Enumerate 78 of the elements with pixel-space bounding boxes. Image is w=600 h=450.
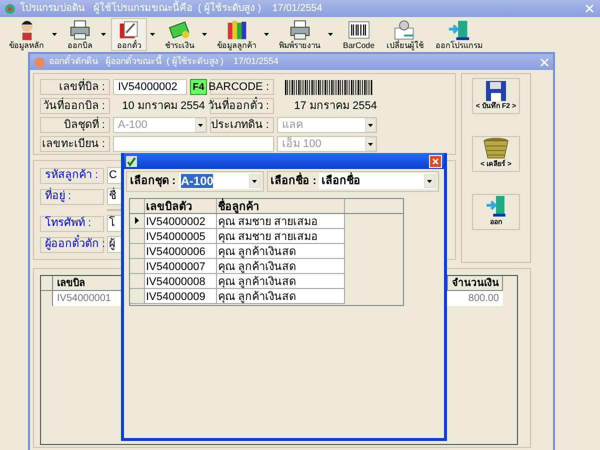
toolbar-button[interactable]: ข้อมูลลูกค้า [212,18,261,51]
table-cell: IV54000002 [145,214,217,228]
row-pointer-icon [135,217,139,224]
field-label: ที่อยู่ : [40,188,104,204]
field-label: โทรศัพท์ : [40,216,104,232]
toolbar-button[interactable]: ออกโปรแกรม [430,18,488,51]
table-cell: คุณ ลูกค้าเงินสด [217,258,345,274]
caret-icon [427,180,432,183]
field-label: รหัสลูกค้า : [40,168,104,184]
table-cell: คุณ ลูกค้าเงินสด [217,274,345,288]
table-cell: IV54000006 [145,244,217,258]
caret-icon [328,33,333,36]
dropdown-button[interactable] [261,33,272,36]
field-label: บิลชุดที่ : [40,117,110,133]
toolbar-button[interactable]: ชำระเงิน [160,18,199,51]
customer-row[interactable]: IV54000008 คุณ ลูกค้าเงินสด [130,274,403,288]
ticket-date-value: 17 มกราคม 2554 [293,98,377,114]
caret-icon [368,142,373,146]
registration-field[interactable] [113,136,274,152]
toolbar-button[interactable]: ออกตั๋ว [111,18,147,51]
table-cell: คุณ ลูกค้าเงินสด [217,244,345,258]
customer-row[interactable]: IV54000005 คุณ สมชาย สายเสมอ [130,228,403,244]
barcode-icon [346,19,372,41]
field-label: วันที่ออกบิล : [40,98,110,114]
face-icon [34,56,45,68]
column-header: ชื่อลูกค้า [217,198,345,212]
table-cell: 800.00 [447,291,503,306]
door-icon [485,195,507,218]
window-title: ออกตั๋วตักดิน ผู้ออกตั๋วขณะนี้ ( ผู้ใช้ระดับสูง ) 17/01/2554 [49,55,280,68]
field-label: ประเภทดิน : [210,117,274,133]
set-dropdown[interactable]: A-100 [178,173,260,190]
field-label: ผู้ออกตั๋วตัก : [40,236,104,252]
dropdown-button[interactable] [49,33,60,36]
toolbar-button[interactable]: BarCode [338,18,380,51]
app-title: โปรแกรมบ่อดิน ผู้ใช้โปรแกรมขณะนี้คือ ( ผู้ใช้ระดับสูง ) 17/01/2554 [20,1,578,16]
name-dropdown[interactable]: เลือกชื่อ [319,173,436,190]
column-header: เลขบิลตัว [145,198,217,212]
checkmark-icon [126,156,137,166]
name-label: เลือกชื่อ : [270,173,316,190]
table-cell: คุณ สมชาย สายเสมอ [217,214,345,228]
caret-icon [198,124,203,126]
dropdown-button[interactable] [199,33,210,36]
table-cell: IV54000007 [145,258,217,274]
dropdown-button[interactable] [98,33,109,36]
caret-icon [202,33,207,36]
toolbar-button[interactable]: ข้อมูลหลัก [4,18,49,51]
table-cell: IV54000005 [145,228,217,244]
field-label: BARCODE : [210,79,274,95]
dropdown-button[interactable] [147,33,158,36]
app-icon [4,2,16,14]
caret-icon [150,33,155,36]
toolbar-button[interactable]: ออกบิล [62,18,98,51]
caret-icon [252,180,257,183]
toolbar-button[interactable]: พิมพ์รายงาน [274,18,325,51]
field-label: เลขที่บิล : [40,79,110,95]
caret-icon [101,33,106,36]
field-label: วันที่ออกตั๋ว : [210,98,274,114]
customer-row[interactable]: IV54000006 คุณ ลูกค้าเงินสด [130,244,403,258]
bill-number-field[interactable]: IV54000002 [113,79,187,95]
dropdown-button[interactable] [325,33,336,36]
caret-icon [264,33,269,36]
close-button[interactable] [429,154,442,168]
table-cell: IV54000009 [145,288,217,304]
field-label: เลขทะเบียน : [40,136,110,152]
table-cell: คุณ ลูกค้าเงินสด [217,288,345,304]
lookup-button[interactable]: F4 [190,79,207,95]
table-cell: IV54000008 [145,274,217,288]
customer-row[interactable]: IV54000009 คุณ ลูกค้าเงินสด [130,288,403,304]
close-icon [432,158,439,164]
set-label: เลือกชุด : [130,174,176,190]
customer-row[interactable]: IV54000002 คุณ สมชาย สายเสมอ [130,214,403,228]
toolbar-button[interactable]: เปลี่ยนผู้ใช้ [382,18,429,51]
close-icon [584,4,594,13]
caret-icon [368,124,373,126]
bill-date-value: 10 มกราคม 2554 [121,98,206,114]
customer-row[interactable]: IV54000007 คุณ ลูกค้าเงินสด [130,258,403,274]
caret-icon [52,33,57,36]
table-cell: คุณ สมชาย สายเสมอ [217,228,345,244]
